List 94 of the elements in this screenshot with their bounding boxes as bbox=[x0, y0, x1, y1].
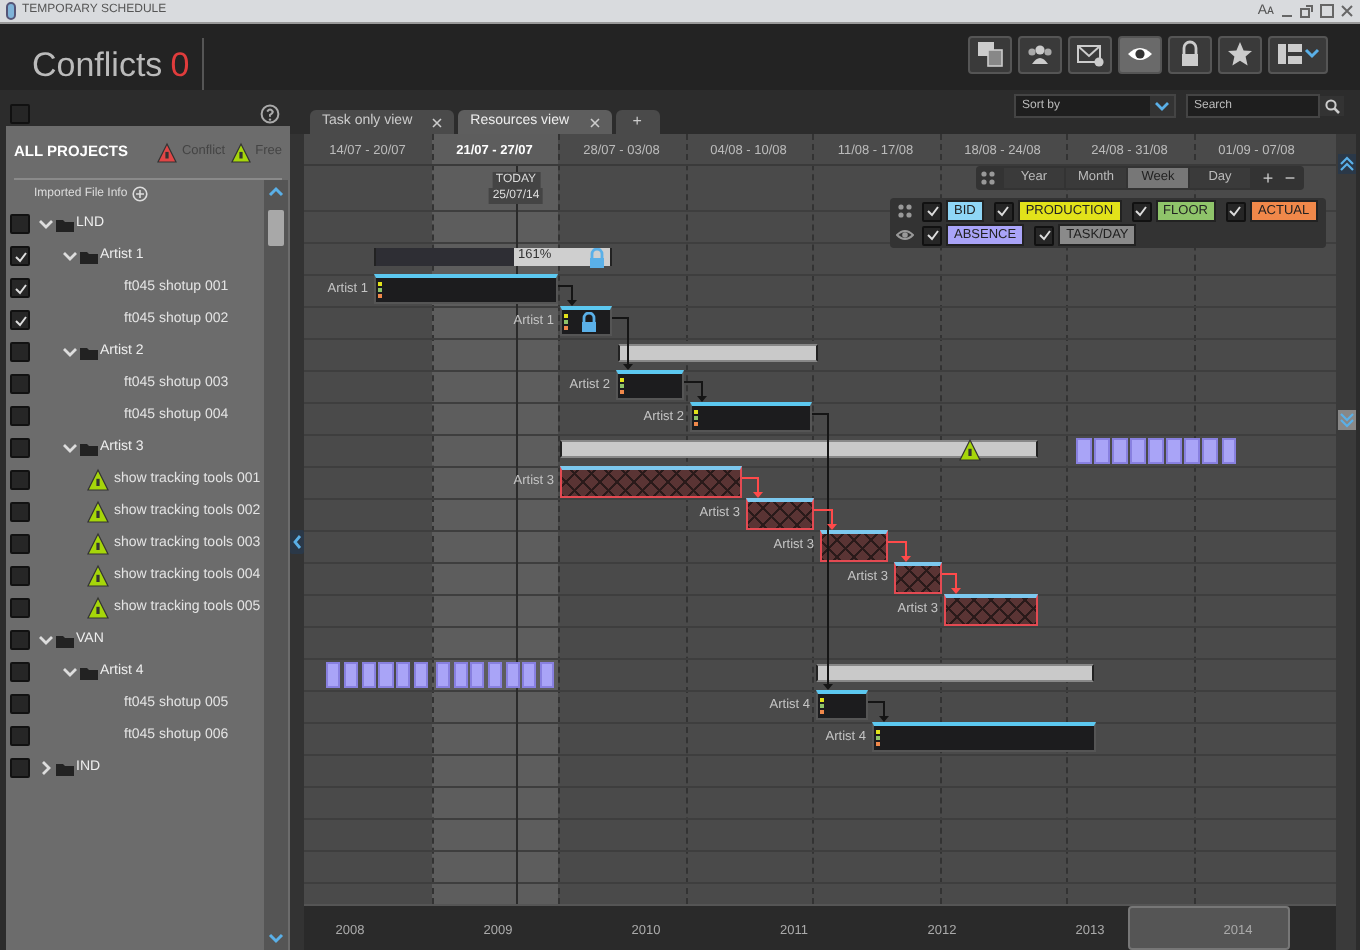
conflict-icon bbox=[155, 141, 178, 163]
checkbox[interactable] bbox=[10, 662, 30, 682]
checkbox[interactable] bbox=[10, 342, 30, 362]
checkbox[interactable] bbox=[10, 374, 30, 394]
checkbox[interactable] bbox=[10, 630, 30, 650]
eye-button[interactable] bbox=[1118, 35, 1162, 73]
zoom-in-button[interactable]: + bbox=[1258, 168, 1278, 188]
folder-icon bbox=[56, 761, 74, 775]
star-icon bbox=[1226, 40, 1254, 68]
board-icon bbox=[976, 40, 1004, 68]
folder-icon bbox=[80, 441, 98, 455]
checkbox[interactable] bbox=[10, 502, 30, 522]
mail-button[interactable] bbox=[1068, 35, 1112, 73]
checkbox[interactable] bbox=[10, 214, 30, 234]
scrollbar[interactable] bbox=[1336, 134, 1356, 950]
grip-icon bbox=[980, 170, 996, 186]
task-bar[interactable] bbox=[560, 306, 612, 336]
dependency-arrow bbox=[887, 541, 911, 562]
chevron-down-icon[interactable] bbox=[62, 440, 78, 456]
conflict-bar[interactable] bbox=[560, 466, 742, 498]
popout-icon[interactable] bbox=[1300, 4, 1314, 18]
checkbox[interactable] bbox=[10, 534, 30, 554]
checkbox[interactable] bbox=[10, 406, 30, 426]
dependency-arrow bbox=[741, 477, 763, 498]
checkbox[interactable] bbox=[10, 694, 30, 714]
task-bar[interactable] bbox=[872, 722, 1096, 752]
chevron-down-icon[interactable] bbox=[62, 664, 78, 680]
chevron-down-icon[interactable] bbox=[38, 216, 54, 232]
chevron-right-icon[interactable] bbox=[38, 760, 54, 776]
add-icon[interactable] bbox=[131, 186, 148, 202]
conflict-count: 0 bbox=[170, 47, 190, 81]
checkbox[interactable] bbox=[10, 566, 30, 586]
help-icon[interactable] bbox=[260, 104, 280, 124]
scrollbar[interactable] bbox=[264, 180, 288, 950]
conflict-bar[interactable] bbox=[820, 530, 888, 562]
layout-button[interactable] bbox=[1268, 35, 1328, 73]
dependency-arrow bbox=[611, 317, 633, 370]
close-icon[interactable] bbox=[1340, 4, 1354, 18]
checkbox[interactable] bbox=[10, 598, 30, 618]
select-all-checkbox[interactable] bbox=[10, 104, 30, 124]
scrollbar-thumb[interactable] bbox=[268, 210, 284, 246]
zoom-out-button[interactable]: − bbox=[1280, 168, 1300, 188]
filter-checkbox[interactable] bbox=[922, 225, 942, 245]
checkbox[interactable] bbox=[10, 310, 30, 330]
eye-icon[interactable] bbox=[896, 226, 914, 244]
people-icon bbox=[1026, 40, 1054, 68]
lock-button[interactable] bbox=[1168, 35, 1212, 73]
conflict-bar[interactable] bbox=[894, 562, 942, 594]
absence-bar bbox=[326, 662, 428, 688]
chevron-down-icon[interactable] bbox=[62, 248, 78, 264]
conflicts-title: Conflicts bbox=[32, 47, 163, 81]
filter-checkbox[interactable] bbox=[1034, 225, 1055, 245]
scroll-up-icon[interactable] bbox=[1337, 154, 1355, 174]
add-tab-button[interactable]: + bbox=[615, 110, 660, 134]
filter-checkbox[interactable] bbox=[1131, 201, 1152, 221]
absence-bar bbox=[436, 662, 554, 688]
collapse-icon[interactable] bbox=[290, 530, 304, 554]
mail-icon bbox=[1076, 40, 1104, 68]
dependency-arrow bbox=[941, 573, 961, 594]
chevron-down-icon[interactable] bbox=[38, 632, 54, 648]
dependency-arrow bbox=[683, 381, 707, 402]
checkbox[interactable] bbox=[10, 470, 30, 490]
task-bar[interactable] bbox=[816, 690, 868, 720]
lock-icon bbox=[1176, 40, 1204, 68]
people-button[interactable] bbox=[1018, 35, 1062, 73]
layout-icon bbox=[1276, 40, 1320, 68]
search-icon bbox=[1320, 96, 1344, 116]
conflict-bar[interactable] bbox=[746, 498, 814, 530]
checkbox[interactable] bbox=[10, 758, 30, 778]
conflict-bar[interactable] bbox=[944, 594, 1038, 626]
filter-checkbox[interactable] bbox=[993, 201, 1014, 221]
chevron-up-icon[interactable] bbox=[266, 182, 286, 202]
dependency-arrow bbox=[557, 285, 577, 306]
filter-checkbox[interactable] bbox=[1225, 201, 1246, 221]
chevron-down-icon[interactable] bbox=[62, 344, 78, 360]
chevron-down-icon[interactable] bbox=[266, 928, 286, 948]
dependency-arrow bbox=[867, 701, 889, 722]
task-bar[interactable] bbox=[374, 274, 558, 304]
checkbox[interactable] bbox=[10, 438, 30, 458]
maximize-icon[interactable] bbox=[1320, 4, 1334, 18]
app-icon bbox=[6, 2, 16, 20]
checkbox[interactable] bbox=[10, 246, 30, 266]
grip-icon[interactable] bbox=[896, 202, 914, 220]
task-bar[interactable] bbox=[616, 370, 684, 400]
chevron-down-icon bbox=[1150, 96, 1174, 116]
folder-icon bbox=[80, 345, 98, 359]
task-bar[interactable] bbox=[690, 402, 812, 432]
star-button[interactable] bbox=[1218, 35, 1262, 73]
free-icon bbox=[229, 141, 252, 163]
scroll-down-icon[interactable] bbox=[1337, 410, 1355, 430]
checkbox[interactable] bbox=[10, 278, 30, 298]
board-button[interactable] bbox=[968, 35, 1012, 73]
checkbox[interactable] bbox=[10, 726, 30, 746]
filter-checkbox[interactable] bbox=[922, 201, 942, 221]
